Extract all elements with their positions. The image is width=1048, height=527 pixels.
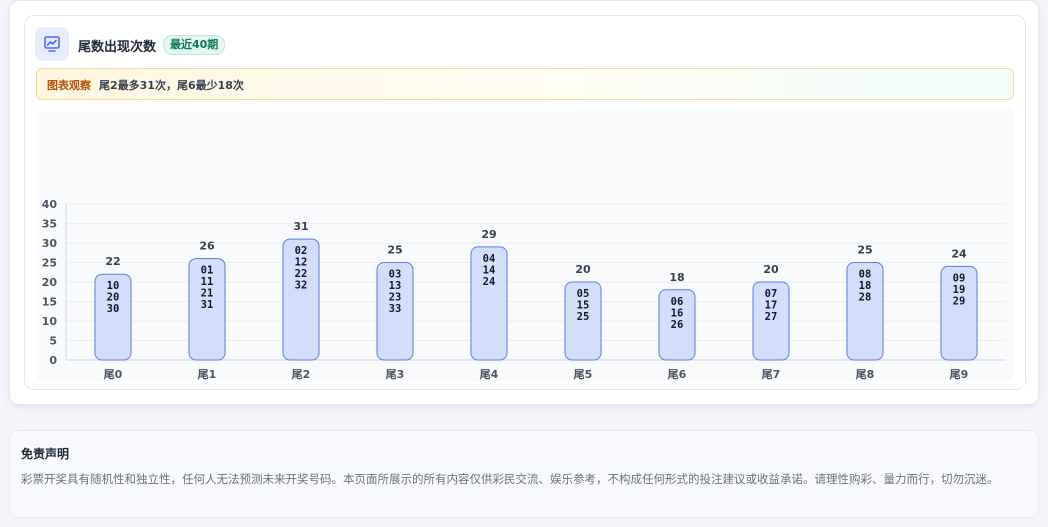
disclaimer-box: 免责声明 彩票开奖具有随机性和独立性，任何人无法预测未来开奖号码。本页面所展示的…: [9, 430, 1039, 518]
bar-number-label: 32: [295, 280, 308, 292]
bar-value-label: 25: [387, 244, 402, 257]
y-tick-label: 5: [49, 335, 57, 348]
bar-number-label: 01: [201, 265, 214, 277]
x-tick-label: 尾5: [573, 368, 593, 381]
bar-number-label: 04: [483, 253, 496, 265]
bar-number-label: 25: [577, 311, 590, 323]
y-tick-label: 0: [49, 354, 57, 367]
chart-area: 0 5 10 15 20 25 30 35 40 22 10 20 30 尾0 26 01 11 21 31 尾1 31…: [36, 108, 1014, 381]
bar-value-label: 25: [857, 244, 872, 257]
bar-number-label: 24: [483, 276, 496, 288]
bar-number-label: 22: [295, 268, 308, 280]
bar-value-label: 29: [481, 228, 496, 241]
x-tick-label: 尾7: [761, 368, 781, 381]
y-tick-label: 40: [42, 198, 58, 211]
x-tick-label: 尾3: [385, 368, 405, 381]
bar-number-label: 17: [765, 300, 778, 312]
bar-number-label: 29: [953, 295, 966, 307]
bar-number-label: 18: [859, 280, 872, 292]
bar-number-label: 23: [389, 292, 402, 304]
period-badge: 最近40期: [163, 35, 226, 55]
bar-number-label: 26: [671, 319, 684, 331]
bar-number-label: 07: [765, 288, 778, 300]
y-tick-label: 10: [42, 315, 58, 328]
bar-value-label: 22: [105, 255, 120, 268]
bar-number-label: 30: [107, 303, 120, 315]
bar-number-label: 13: [389, 280, 402, 292]
chart-card: 尾数出现次数 最近40期 图表观察 尾2最多31次，尾6最少18次 0 5 10 15…: [24, 15, 1026, 390]
bar-number-label: 12: [295, 257, 308, 269]
chart-panel: 尾数出现次数 最近40期 图表观察 尾2最多31次，尾6最少18次 0 5 10 15…: [9, 0, 1039, 405]
y-tick-label: 30: [42, 237, 58, 250]
bar-number-label: 08: [859, 269, 872, 281]
bar-number-label: 27: [765, 311, 778, 323]
bar-number-label: 10: [107, 280, 120, 292]
bar-number-label: 11: [201, 276, 214, 288]
x-tick-label: 尾6: [667, 368, 687, 381]
disclaimer-text: 彩票开奖具有随机性和独立性，任何人无法预测未来开奖号码。本页面所展示的所有内容仅…: [21, 472, 999, 486]
x-tick-label: 尾9: [949, 368, 969, 381]
disclaimer-title: 免责声明: [21, 447, 70, 461]
bar-number-label: 06: [671, 296, 684, 308]
bar-value-label: 18: [669, 271, 684, 284]
chart-trend-icon: [35, 27, 69, 61]
y-tick-label: 35: [42, 218, 57, 231]
x-tick-label: 尾4: [479, 368, 499, 381]
observation-text: 尾2最多31次，尾6最少18次: [99, 79, 244, 92]
bar-number-label: 16: [671, 307, 684, 319]
bar-number-label: 28: [859, 292, 872, 304]
y-tick-label: 20: [42, 276, 58, 289]
bar-number-label: 31: [201, 299, 214, 311]
x-tick-label: 尾8: [855, 368, 875, 381]
x-tick-label: 尾2: [291, 368, 311, 381]
observation-label: 图表观察: [47, 79, 91, 92]
bar-number-label: 33: [389, 303, 402, 315]
bar-number-label: 09: [953, 272, 966, 284]
bar-number-label: 03: [389, 269, 402, 281]
bar-value-label: 20: [575, 263, 591, 276]
bar-number-label: 20: [107, 292, 120, 304]
bar-value-label: 24: [951, 247, 967, 260]
chart-title: 尾数出现次数: [78, 40, 157, 55]
bar-number-label: 15: [577, 300, 590, 312]
bar-number-label: 14: [483, 264, 496, 276]
x-tick-label: 尾0: [103, 368, 123, 381]
x-tick-label: 尾1: [197, 368, 217, 381]
bar-chart: 051015202530354022102030尾02601112131尾131…: [42, 198, 1006, 381]
bar-number-label: 05: [577, 288, 590, 300]
y-tick-label: 15: [42, 296, 57, 309]
bar-value-label: 20: [763, 263, 779, 276]
bar-value-label: 31: [293, 220, 308, 233]
bar-number-label: 21: [201, 288, 214, 300]
observation-bar: 图表观察 尾2最多31次，尾6最少18次: [36, 68, 1014, 100]
bar-number-label: 02: [295, 245, 308, 257]
bar-number-label: 19: [953, 284, 966, 296]
y-tick-label: 25: [42, 257, 57, 270]
bar-value-label: 26: [199, 240, 215, 253]
